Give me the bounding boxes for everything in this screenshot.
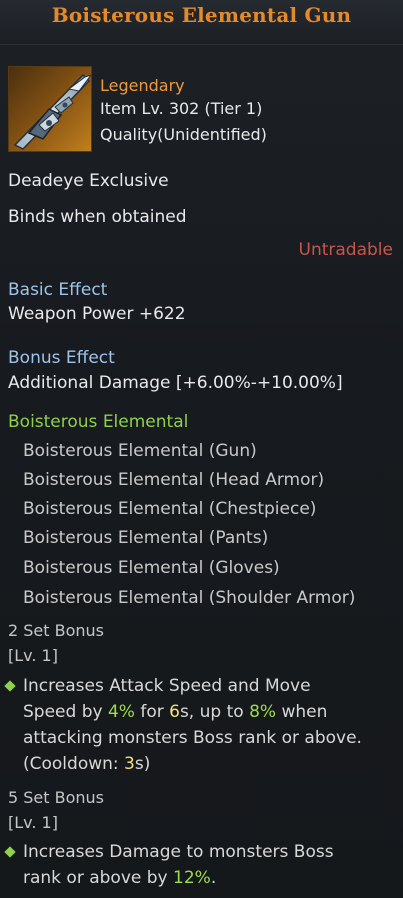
set-bonus-5-description: Increases Damage to monsters Boss rank o…: [23, 839, 393, 891]
value-highlight: 4%: [107, 702, 135, 722]
bonus-effect-header: Bonus Effect: [8, 348, 115, 368]
class-restriction: Deadeye Exclusive: [8, 171, 169, 191]
item-grade: Legendary: [100, 76, 185, 95]
set-name: Boisterous Elemental: [8, 412, 189, 432]
set-bonus-2-title: 2 Set Bonus: [8, 621, 105, 640]
bullet-icon: [4, 846, 16, 858]
gun-icon: [13, 73, 91, 150]
item-quality: Quality(Unidentified): [100, 125, 267, 144]
desc-line: (Cooldown: 3s): [23, 754, 151, 774]
set-piece: Boisterous Elemental (Gun): [23, 441, 257, 461]
set-bonus-5-level: [Lv. 1]: [8, 813, 58, 832]
title-bar: Boisterous Elemental Gun: [0, 0, 403, 45]
desc-line: Speed by 4% for 6s, up to 8% when: [23, 702, 328, 722]
value-highlight: 8%: [249, 702, 277, 722]
item-icon-frame: [8, 66, 92, 152]
trade-status: Untradable: [298, 240, 393, 260]
item-tooltip: Boisterous Elemental Gun Legendary Item …: [0, 0, 403, 898]
set-piece: Boisterous Elemental (Gloves): [23, 558, 280, 578]
value-highlight: 12%: [173, 868, 211, 888]
set-piece: Boisterous Elemental (Head Armor): [23, 470, 325, 490]
bonus-effect-value: Additional Damage [+6.00%-+10.00%]: [8, 373, 343, 393]
set-bonus-2-level: [Lv. 1]: [8, 646, 58, 665]
set-bonus-2-description: Increases Attack Speed and Move Speed by…: [23, 673, 393, 777]
value-highlight: 6: [169, 702, 180, 722]
set-piece: Boisterous Elemental (Chestpiece): [23, 499, 317, 519]
desc-line: attacking monsters Boss rank or above.: [23, 728, 362, 748]
set-piece: Boisterous Elemental (Shoulder Armor): [23, 588, 356, 608]
basic-effect-value: Weapon Power +622: [8, 304, 186, 324]
item-level: Item Lv. 302 (Tier 1): [100, 99, 263, 118]
desc-line: Increases Attack Speed and Move: [23, 676, 311, 696]
desc-line: Increases Damage to monsters Boss: [23, 842, 334, 862]
item-name: Boisterous Elemental Gun: [51, 3, 352, 27]
value-highlight: 3: [124, 754, 135, 774]
bind-status: Binds when obtained: [8, 207, 187, 227]
desc-line: rank or above by 12%.: [23, 868, 217, 888]
set-bonus-5-title: 5 Set Bonus: [8, 788, 105, 807]
basic-effect-header: Basic Effect: [8, 280, 108, 300]
bullet-icon: [4, 680, 16, 692]
set-piece: Boisterous Elemental (Pants): [23, 528, 269, 548]
